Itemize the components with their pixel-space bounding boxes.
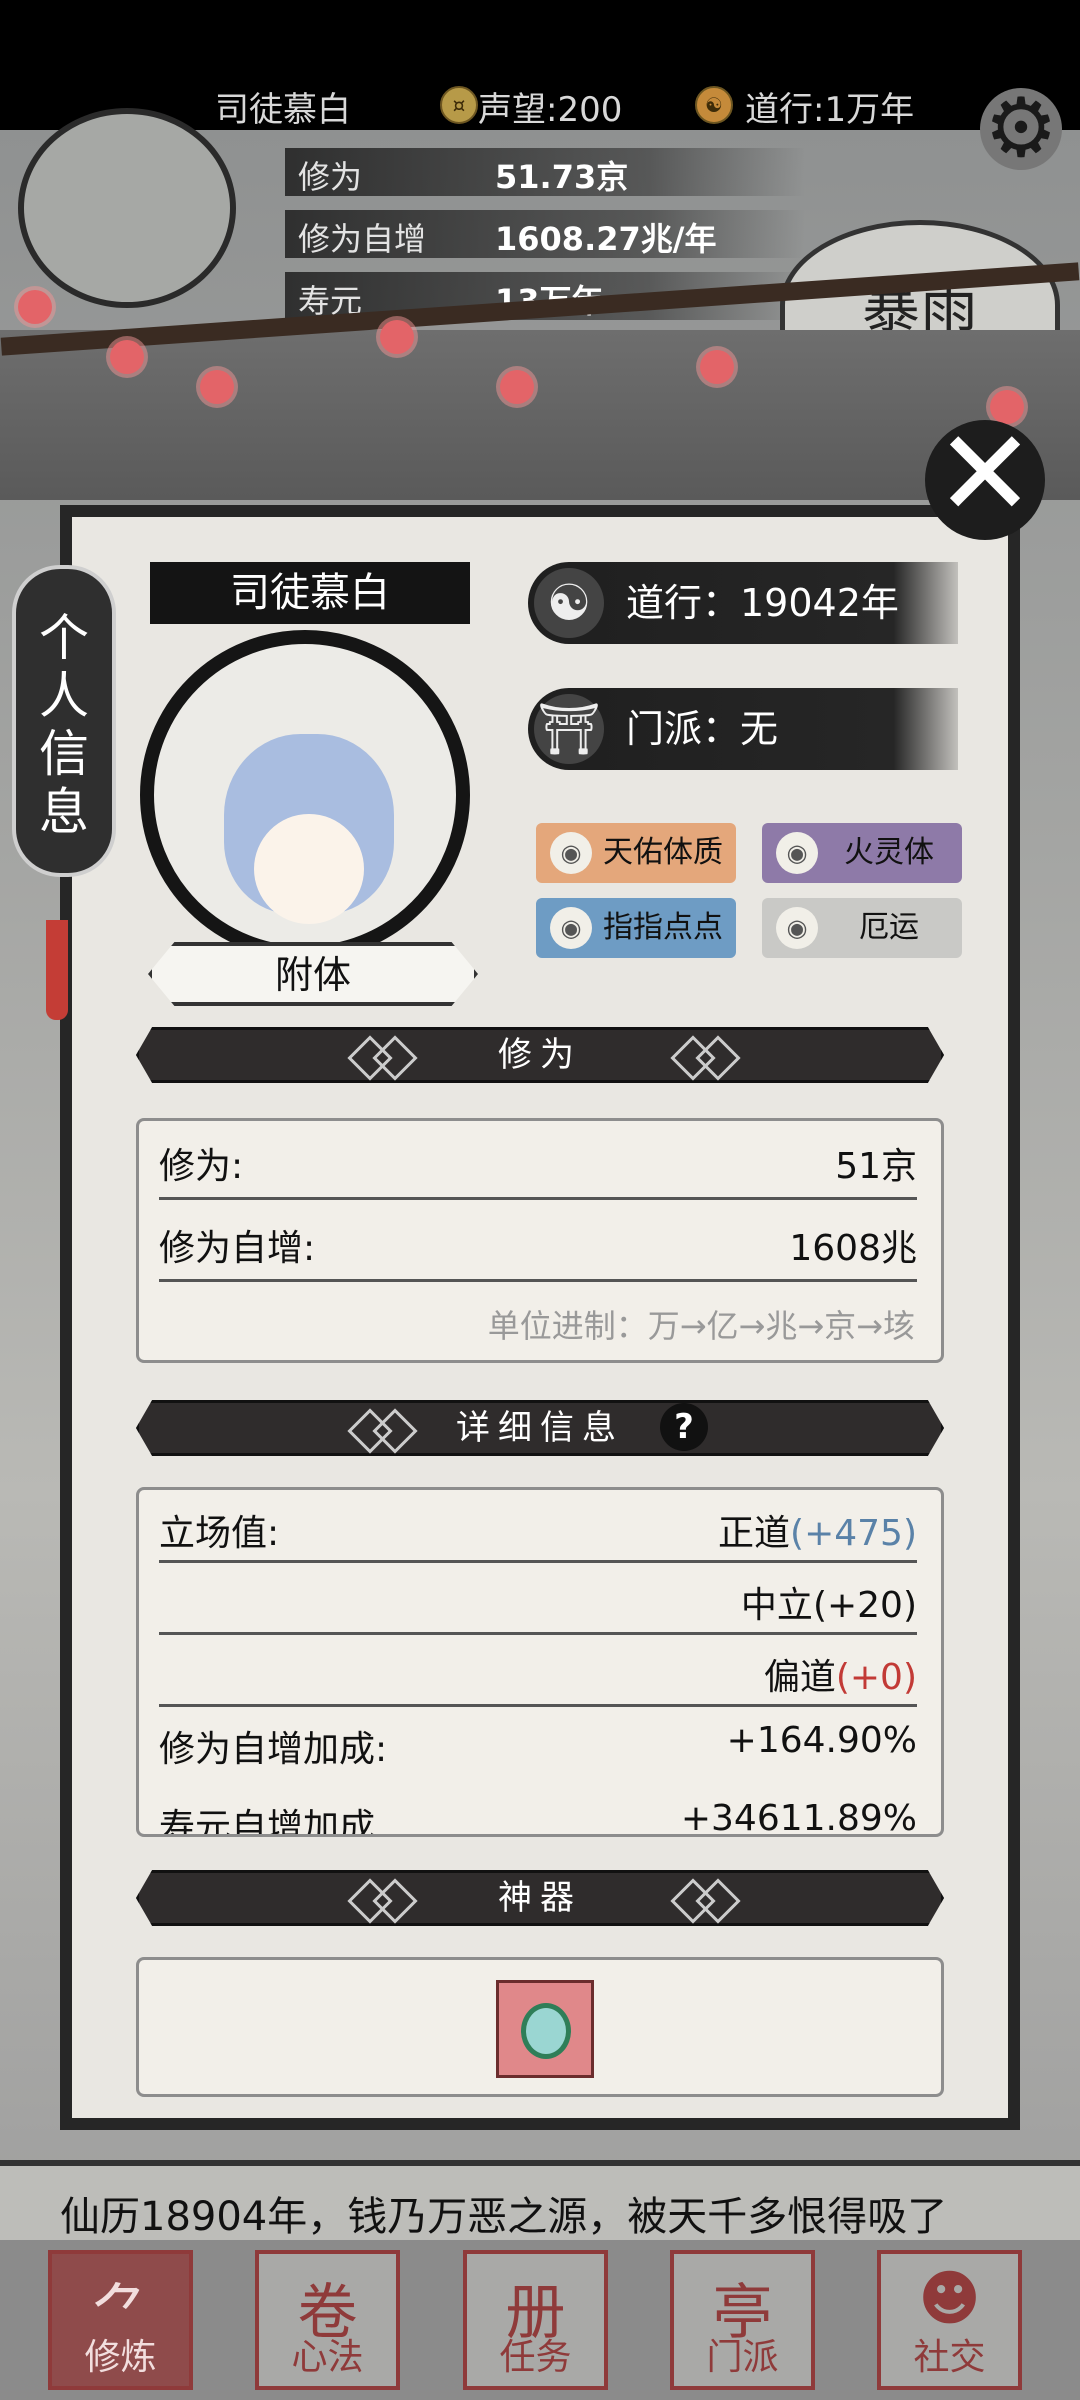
stance-label: 立场值: bbox=[159, 1513, 280, 1554]
player-name: 司徒慕白 bbox=[215, 90, 351, 130]
stance-value: 中立(+20) bbox=[741, 1576, 917, 1628]
stat-label: 修为 bbox=[298, 158, 363, 196]
pouch-icon: ◉ bbox=[776, 832, 818, 874]
bonus-value: +34611.89% bbox=[680, 1798, 917, 1837]
roof-decoration bbox=[0, 330, 1080, 500]
blossom-decoration bbox=[18, 290, 52, 324]
nav-cultivate[interactable]: ⺈ 修炼 bbox=[48, 2250, 193, 2390]
temple-icon: ⛩ bbox=[534, 694, 604, 764]
bonus-row: 修为自增加成: +164.90% bbox=[159, 1710, 917, 1776]
social-icon: ☻ bbox=[918, 2264, 981, 2334]
sect-pill: ⛩ 门派：无 bbox=[528, 688, 958, 770]
nav-sect[interactable]: 亭 门派 bbox=[670, 2250, 815, 2390]
bonus-label: 寿元自增加成 bbox=[159, 1807, 376, 1837]
section-title: 修为 bbox=[498, 1035, 582, 1075]
trait-badge[interactable]: ◉ 火灵体 bbox=[762, 823, 962, 883]
bonus-label: 修为自增加成: bbox=[159, 1729, 388, 1770]
row-value: 1608兆 bbox=[789, 1228, 917, 1269]
section-header-details: 详细信息 bbox=[136, 1400, 944, 1456]
pouch-icon: ◉ bbox=[550, 907, 592, 949]
pouch-icon: ◉ bbox=[776, 907, 818, 949]
stance-delta: (+475) bbox=[790, 1513, 917, 1554]
name-plate: 司徒慕白 bbox=[150, 562, 470, 624]
section-header-cultivation: 修为 bbox=[136, 1027, 944, 1083]
stat-value: 1608.27兆/年 bbox=[495, 220, 717, 258]
trait-label: 火灵体 bbox=[844, 835, 934, 870]
help-button[interactable]: ? bbox=[660, 1403, 708, 1451]
tab-label: 个人信息 bbox=[39, 609, 89, 841]
section-title: 神器 bbox=[498, 1878, 582, 1918]
player-avatar[interactable] bbox=[18, 108, 236, 308]
daoxing-text: 道行:1万年 bbox=[745, 90, 915, 130]
trait-label: 厄运 bbox=[859, 910, 919, 945]
row-label: 修为: bbox=[159, 1146, 244, 1187]
stance-value: 偏道(+0) bbox=[764, 1648, 917, 1700]
nav-mental-method[interactable]: 卷 心法 bbox=[255, 2250, 400, 2390]
cultivation-row: 修为自增: 1608兆 bbox=[159, 1209, 917, 1282]
mirror-gem bbox=[521, 2003, 571, 2059]
nav-label: 任务 bbox=[499, 2337, 572, 2378]
blossom-decoration bbox=[500, 370, 534, 404]
pouch-icon: ◉ bbox=[550, 832, 592, 874]
blossom-decoration bbox=[200, 370, 234, 404]
trait-label: 指指点点 bbox=[603, 910, 723, 945]
daoxing-value: 道行：19042年 bbox=[626, 581, 899, 625]
details-box[interactable]: 立场值: 正道(+475) 中立(+20) 偏道(+0) 修为自增加成: +16… bbox=[136, 1487, 944, 1837]
stance-name: 偏道 bbox=[763, 1657, 836, 1698]
blossom-decoration bbox=[110, 340, 144, 374]
row-label: 修为自增: bbox=[159, 1228, 316, 1269]
trait-label: 天佑体质 bbox=[603, 835, 723, 870]
sect-value: 门派：无 bbox=[626, 707, 779, 751]
nav-label: 门派 bbox=[706, 2337, 779, 2378]
portrait-face bbox=[254, 814, 364, 924]
tassel-decoration bbox=[46, 920, 68, 1020]
stance-row: 立场值: 正道(+475) bbox=[159, 1494, 917, 1563]
profile-name: 司徒慕白 bbox=[230, 570, 390, 616]
yin-yang-icon: ☯ bbox=[695, 86, 733, 124]
mirror-icon[interactable] bbox=[496, 1980, 594, 2078]
trait-badge[interactable]: ◉ 指指点点 bbox=[536, 898, 736, 958]
stat-label: 修为自增 bbox=[298, 220, 427, 258]
reputation-text: 声望:200 bbox=[478, 90, 623, 130]
blossom-decoration bbox=[380, 320, 414, 354]
blossom-decoration bbox=[700, 350, 734, 384]
unit-note: 单位进制：万→亿→兆→京→垓 bbox=[487, 1307, 915, 1345]
stat-value: 51.73京 bbox=[495, 158, 629, 196]
bonus-row-cut: 寿元自增加成 +34611.89% bbox=[159, 1788, 917, 1837]
stance-row: 中立(+20) bbox=[159, 1566, 917, 1635]
bonus-value: +164.90% bbox=[726, 1720, 917, 1761]
character-portrait bbox=[140, 630, 470, 960]
attach-label: 附体 bbox=[274, 953, 351, 997]
stance-row: 偏道(+0) bbox=[159, 1638, 917, 1707]
cultivation-row: 修为: 51京 bbox=[159, 1127, 917, 1200]
stance-name: 正道 bbox=[718, 1513, 791, 1554]
stance-value: 正道(+475) bbox=[718, 1504, 917, 1556]
ticker-text: 仙历18904年，钱乃万恶之源，被天千多恨得吸了 bbox=[60, 2194, 948, 2240]
stance-name: 中立 bbox=[740, 1585, 813, 1626]
cultivation-box: 修为: 51京 修为自增: 1608兆 单位进制：万→亿→兆→京→垓 bbox=[136, 1118, 944, 1363]
coin-icon: ¤ bbox=[440, 86, 478, 124]
section-title: 详细信息 bbox=[456, 1408, 624, 1448]
daoxing-pill: ☯ 道行：19042年 bbox=[528, 562, 958, 644]
section-header-artifact: 神器 bbox=[136, 1870, 944, 1926]
attach-button[interactable]: 附体 bbox=[148, 942, 478, 1006]
trait-badge[interactable]: ◉ 厄运 bbox=[762, 898, 962, 958]
nav-social[interactable]: ☻ 社交 bbox=[877, 2250, 1022, 2390]
nav-tasks[interactable]: 册 任务 bbox=[463, 2250, 608, 2390]
stance-delta: (+0) bbox=[835, 1657, 917, 1698]
news-ticker: 仙历18904年，钱乃万恶之源，被天千多恨得吸了 bbox=[0, 2160, 1080, 2246]
yin-yang-icon: ☯ bbox=[534, 568, 604, 638]
close-button[interactable]: ✕ bbox=[925, 415, 1045, 540]
stance-delta: (+20) bbox=[812, 1585, 917, 1626]
tab-personal-info[interactable]: 个人信息 bbox=[12, 565, 116, 877]
row-value: 51京 bbox=[835, 1146, 917, 1187]
trait-badge[interactable]: ◉ 天佑体质 bbox=[536, 823, 736, 883]
settings-gear-icon[interactable]: ⚙ bbox=[980, 88, 1062, 170]
nav-label: 修炼 bbox=[84, 2337, 157, 2378]
nav-label: 社交 bbox=[913, 2337, 986, 2378]
nav-label: 心法 bbox=[291, 2337, 364, 2378]
